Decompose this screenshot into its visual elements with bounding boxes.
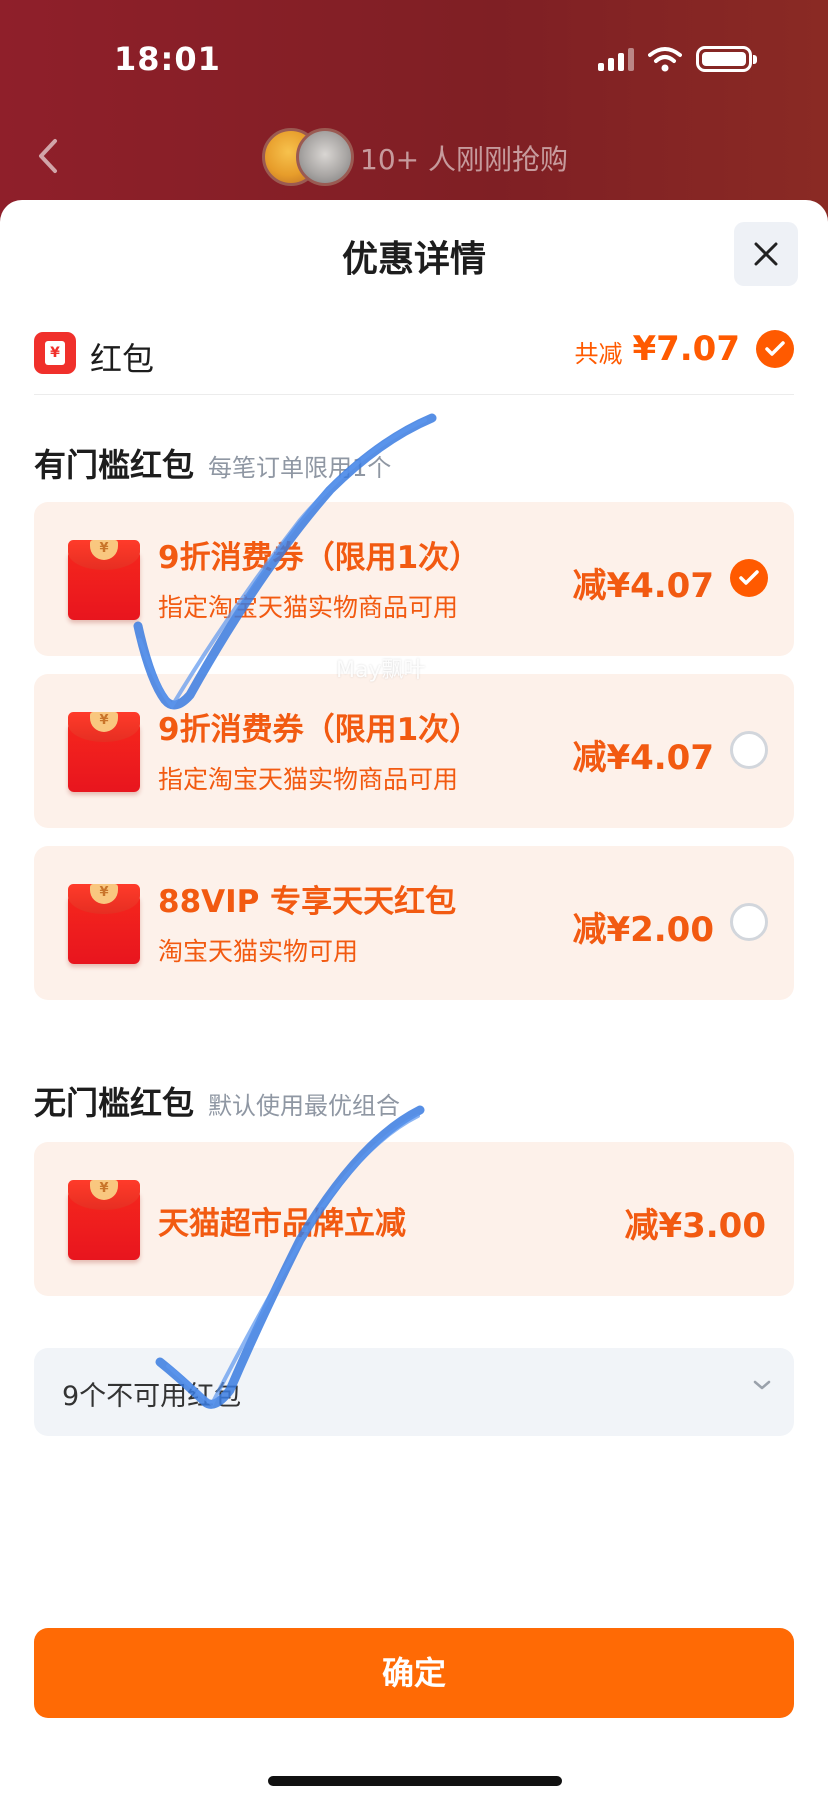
coupon-subtitle: 指定淘宝天猫实物商品可用	[158, 593, 459, 622]
coupon-title: 9折消费券（限用1次）	[158, 540, 481, 576]
status-bar: 18:01	[0, 0, 828, 120]
total-value: ¥7.07	[632, 328, 740, 369]
red-envelope-icon: ¥	[68, 884, 140, 964]
battery-icon	[696, 46, 757, 72]
section-title: 有门槛红包	[34, 446, 195, 484]
chevron-down-icon	[753, 1380, 771, 1390]
hongbao-checkbox[interactable]	[756, 329, 794, 368]
coupon-card[interactable]: ¥ 88VIP 专享天天红包 淘宝天猫实物可用 减¥2.00	[34, 846, 794, 1000]
coupon-amount: 减¥3.00	[624, 1206, 766, 1246]
coupon-card[interactable]: ¥ 天猫超市品牌立减 减¥3.00	[34, 1142, 794, 1296]
coupon-card[interactable]: ¥ 9折消费券（限用1次） 指定淘宝天猫实物商品可用 减¥4.07	[34, 674, 794, 828]
check-icon	[765, 340, 785, 356]
home-indicator	[268, 1776, 562, 1786]
section-title: 无门槛红包	[34, 1084, 195, 1122]
coupon-title: 88VIP 专享天天红包	[158, 884, 457, 920]
status-icons	[598, 46, 757, 72]
coupon-amount: 减¥4.07	[572, 566, 714, 606]
coupon-radio[interactable]	[730, 731, 768, 769]
nav-bar: 10+ 人刚刚抢购	[0, 120, 828, 200]
coupon-amount: 减¥4.07	[572, 738, 714, 778]
coupon-subtitle: 指定淘宝天猫实物商品可用	[158, 765, 459, 794]
avatar	[296, 128, 354, 186]
coupon-radio-selected[interactable]	[730, 559, 768, 597]
threshold-section-header: 有门槛红包 每笔订单限用1个	[34, 440, 391, 486]
coupon-title: 9折消费券（限用1次）	[158, 712, 481, 748]
social-proof-text: 10+ 人刚刚抢购	[360, 143, 568, 176]
hongbao-label: 红包	[90, 340, 155, 378]
section-note: 每笔订单限用1个	[208, 454, 392, 482]
total-prefix: 共减	[574, 340, 623, 368]
unavailable-coupons-toggle[interactable]: 9个不可用红包	[34, 1348, 794, 1436]
red-envelope-icon: ¥	[68, 1180, 140, 1260]
status-time: 18:01	[114, 40, 221, 78]
coupon-amount: 减¥2.00	[572, 910, 714, 950]
divider	[34, 394, 794, 395]
watermark: May飘叶	[336, 658, 426, 683]
cellular-signal-icon	[598, 47, 634, 71]
red-envelope-icon: ¥	[68, 540, 140, 620]
coupon-card[interactable]: ¥ 9折消费券（限用1次） 指定淘宝天猫实物商品可用 减¥4.07	[34, 502, 794, 656]
wifi-icon	[648, 47, 682, 72]
unavailable-label: 9个不可用红包	[62, 1381, 242, 1412]
section-note: 默认使用最优组合	[208, 1092, 401, 1120]
coupon-title: 天猫超市品牌立减	[158, 1206, 406, 1242]
red-packet-icon: ¥	[34, 332, 76, 374]
confirm-button[interactable]: 确定	[34, 1628, 794, 1718]
discount-details-sheet: 优惠详情 ¥ 红包 共减 ¥7.07 有门槛红包 每笔订单限用1个 ¥ 9折消费…	[0, 200, 828, 1800]
check-icon	[739, 570, 759, 585]
coupon-subtitle: 淘宝天猫实物可用	[158, 937, 359, 966]
red-envelope-icon: ¥	[68, 712, 140, 792]
hongbao-total: 共减 ¥7.07	[574, 328, 794, 369]
sheet-title: 优惠详情	[341, 239, 486, 280]
no-threshold-section-header: 无门槛红包 默认使用最优组合	[34, 1078, 400, 1124]
close-button[interactable]	[734, 222, 798, 286]
chevron-left-icon	[39, 139, 57, 173]
buyer-avatars	[262, 128, 358, 188]
coupon-radio[interactable]	[730, 903, 768, 941]
close-icon	[754, 242, 778, 266]
hongbao-summary-row: ¥ 红包 共减 ¥7.07	[34, 328, 794, 388]
back-button[interactable]	[26, 134, 70, 178]
